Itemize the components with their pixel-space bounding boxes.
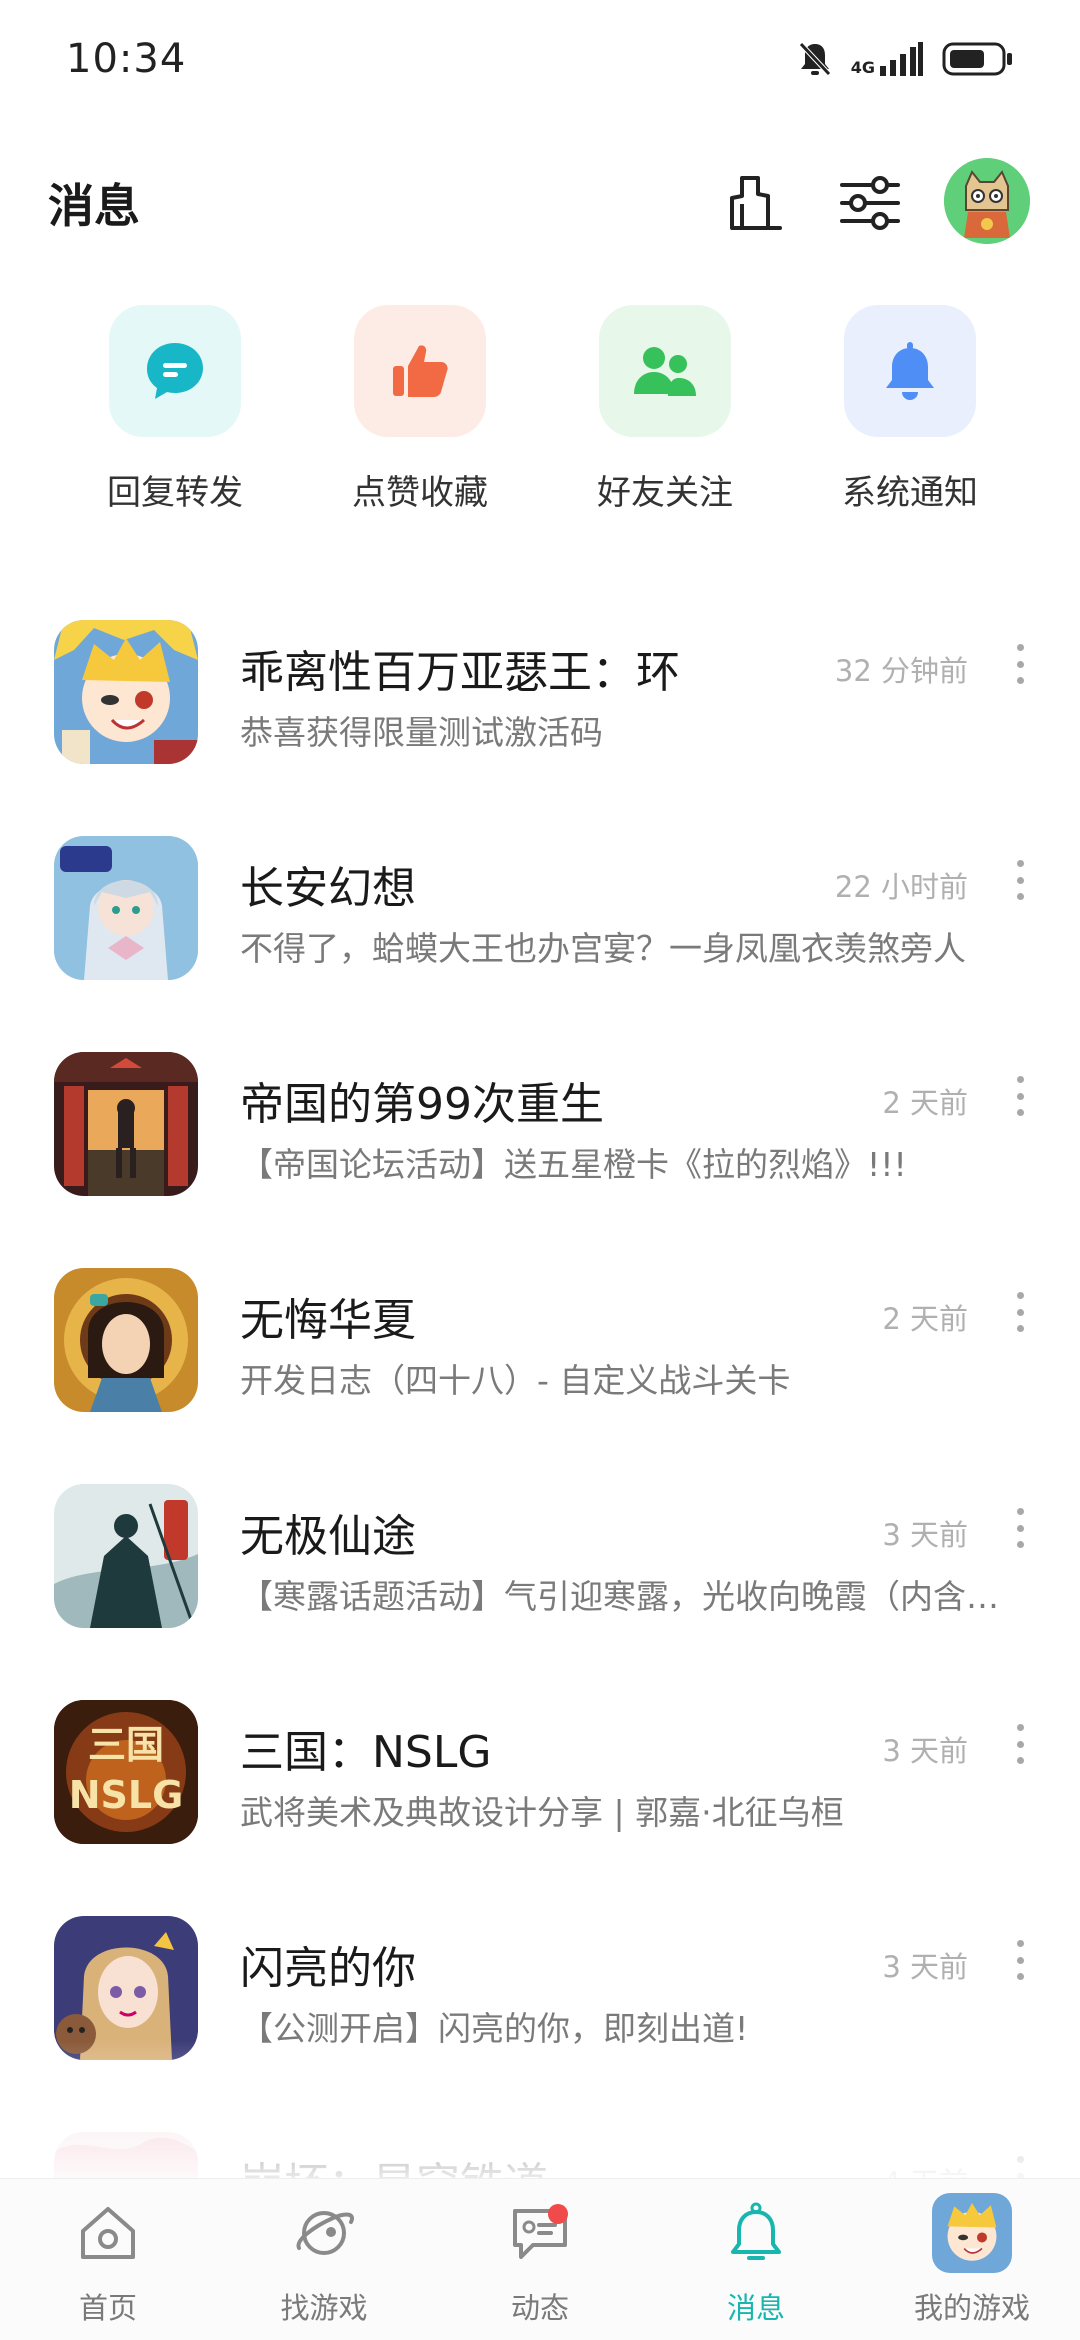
- more-options-icon[interactable]: [1010, 644, 1030, 684]
- message-title: 帝国的第99次重生: [240, 1079, 604, 1130]
- message-subtitle: 武将美术及典故设计分享 | 郭嘉·北征乌桓: [240, 1793, 844, 1832]
- list-item[interactable]: 乖离性百万亚瑟王：环 32 分钟前 恭喜获得限量测试激活码: [0, 580, 1080, 796]
- game-avatar: [932, 2193, 1012, 2273]
- quick-label: 回复转发: [107, 473, 243, 513]
- more-options-icon[interactable]: [1010, 1508, 1030, 1548]
- quick-label: 系统通知: [842, 473, 978, 513]
- list-item[interactable]: 闪亮的你 3 天前 【公测开启】闪亮的你，即刻出道!: [0, 1876, 1080, 2092]
- nav-label: 消息: [726, 2291, 785, 2325]
- list-item[interactable]: 无悔华夏 2 天前 开发日志（四十八）- 自定义战斗关卡: [0, 1228, 1080, 1444]
- signal-icon: 4G: [851, 42, 924, 76]
- message-subtitle: 【公测开启】闪亮的你，即刻出道!: [240, 2009, 749, 2048]
- notification-badge: [548, 2204, 568, 2224]
- battery-icon: [942, 41, 1014, 77]
- quick-label: 点赞收藏: [352, 473, 488, 513]
- game-avatar: [54, 1916, 198, 2060]
- more-options-icon[interactable]: [1010, 860, 1030, 900]
- message-time: 32 分钟前: [834, 654, 968, 688]
- clean-icon: [724, 172, 786, 238]
- quick-item-likes[interactable]: 点赞收藏: [320, 305, 520, 514]
- list-item[interactable]: 三国 NSLG 三国：NSLG 3 天前 武将美术及典故设计分享 | 郭嘉·北征…: [0, 1660, 1080, 1876]
- message-title: 无悔华夏: [240, 1295, 416, 1346]
- nav-my-games[interactable]: 我的游戏: [864, 2179, 1080, 2340]
- nav-feed[interactable]: 动态: [432, 2179, 648, 2340]
- nav-label: 我的游戏: [913, 2291, 1030, 2325]
- more-options-icon[interactable]: [1010, 1292, 1030, 1332]
- planet-icon: [290, 2199, 358, 2267]
- message-time: 4 天前: [882, 2160, 968, 2180]
- quick-actions: 回复转发 点赞收藏 好友关注 系统通知: [0, 305, 1080, 515]
- message-time: 3 天前: [882, 1518, 968, 1552]
- nav-label: 动态: [510, 2291, 569, 2325]
- game-avatar: [54, 620, 198, 764]
- thumbs-up-icon: [354, 305, 486, 437]
- filter-button[interactable]: [830, 165, 910, 245]
- nav-home[interactable]: 首页: [0, 2179, 216, 2340]
- game-avatar: [54, 1268, 198, 1412]
- game-avatar: [54, 836, 198, 980]
- message-time: 2 天前: [882, 1086, 968, 1120]
- home-icon: [74, 2199, 142, 2267]
- nav-discover[interactable]: 找游戏: [216, 2179, 432, 2340]
- message-subtitle: 开发日志（四十八）- 自定义战斗关卡: [240, 1361, 791, 1400]
- more-options-icon[interactable]: [1010, 2156, 1030, 2180]
- chat-icon: [109, 305, 241, 437]
- message-time: 3 天前: [882, 1734, 968, 1768]
- message-list: 乖离性百万亚瑟王：环 32 分钟前 恭喜获得限量测试激活码 长安幻想 22 小时…: [0, 580, 1080, 2180]
- game-avatar: [54, 2132, 198, 2180]
- quick-item-reply[interactable]: 回复转发: [75, 305, 275, 514]
- list-item[interactable]: 无极仙途 3 天前 【寒露话题活动】气引迎寒露，光收向晚霞（内含福利）: [0, 1444, 1080, 1660]
- more-options-icon[interactable]: [1010, 1940, 1030, 1980]
- quick-item-system[interactable]: 系统通知: [810, 305, 1010, 514]
- status-icons: 4G: [797, 40, 1014, 78]
- clean-button[interactable]: [715, 165, 795, 245]
- message-title: 乖离性百万亚瑟王：环: [240, 647, 680, 698]
- message-title: 闪亮的你: [240, 1943, 416, 1994]
- mute-icon: [797, 40, 833, 78]
- list-item[interactable]: 崩坏：星穹铁道 4 天前: [0, 2092, 1080, 2180]
- bell-icon: [844, 305, 976, 437]
- header: 消息: [0, 150, 1080, 260]
- more-options-icon[interactable]: [1010, 1076, 1030, 1116]
- avatar-art-text: 三国 NSLG: [68, 1723, 184, 1817]
- message-subtitle: 恭喜获得限量测试激活码: [240, 713, 603, 752]
- bottom-nav: 首页 找游戏 动态 消息 我的游戏: [0, 2178, 1080, 2340]
- status-bar: 10:34 4G: [0, 0, 1080, 120]
- message-title: 长安幻想: [240, 863, 416, 914]
- nav-label: 找游戏: [280, 2291, 368, 2325]
- network-type: 4G: [850, 58, 875, 77]
- message-title: 崩坏：星穹铁道: [240, 2148, 548, 2180]
- nav-messages[interactable]: 消息: [648, 2179, 864, 2340]
- game-avatar: [54, 1052, 198, 1196]
- list-item[interactable]: 帝国的第99次重生 2 天前 【帝国论坛活动】送五星橙卡《拉的烈焰》!!!: [0, 1012, 1080, 1228]
- user-avatar[interactable]: [944, 158, 1030, 244]
- friends-icon: [599, 305, 731, 437]
- status-time: 10:34: [66, 36, 187, 82]
- game-avatar: 三国 NSLG: [54, 1700, 198, 1844]
- quick-item-friends[interactable]: 好友关注: [565, 305, 765, 514]
- message-subtitle: 【帝国论坛活动】送五星橙卡《拉的烈焰》!!!: [240, 1145, 907, 1184]
- page-title: 消息: [48, 179, 140, 233]
- message-time: 2 天前: [882, 1302, 968, 1336]
- game-avatar: [54, 1484, 198, 1628]
- message-title: 三国：NSLG: [240, 1727, 492, 1778]
- message-subtitle: 【寒露话题活动】气引迎寒露，光收向晚霞（内含福利）: [240, 1577, 1030, 1616]
- message-time: 3 天前: [882, 1950, 968, 1984]
- nav-label: 首页: [78, 2291, 137, 2325]
- message-title: 无极仙途: [240, 1511, 416, 1562]
- bell-icon: [722, 2199, 790, 2267]
- quick-label: 好友关注: [597, 473, 733, 513]
- more-options-icon[interactable]: [1010, 1724, 1030, 1764]
- message-subtitle: 不得了，蛤蟆大王也办宫宴？一身凤凰衣羡煞旁人: [240, 929, 966, 968]
- list-item[interactable]: 长安幻想 22 小时前 不得了，蛤蟆大王也办宫宴？一身凤凰衣羡煞旁人: [0, 796, 1080, 1012]
- filter-icon: [838, 175, 902, 235]
- message-time: 22 小时前: [834, 870, 968, 904]
